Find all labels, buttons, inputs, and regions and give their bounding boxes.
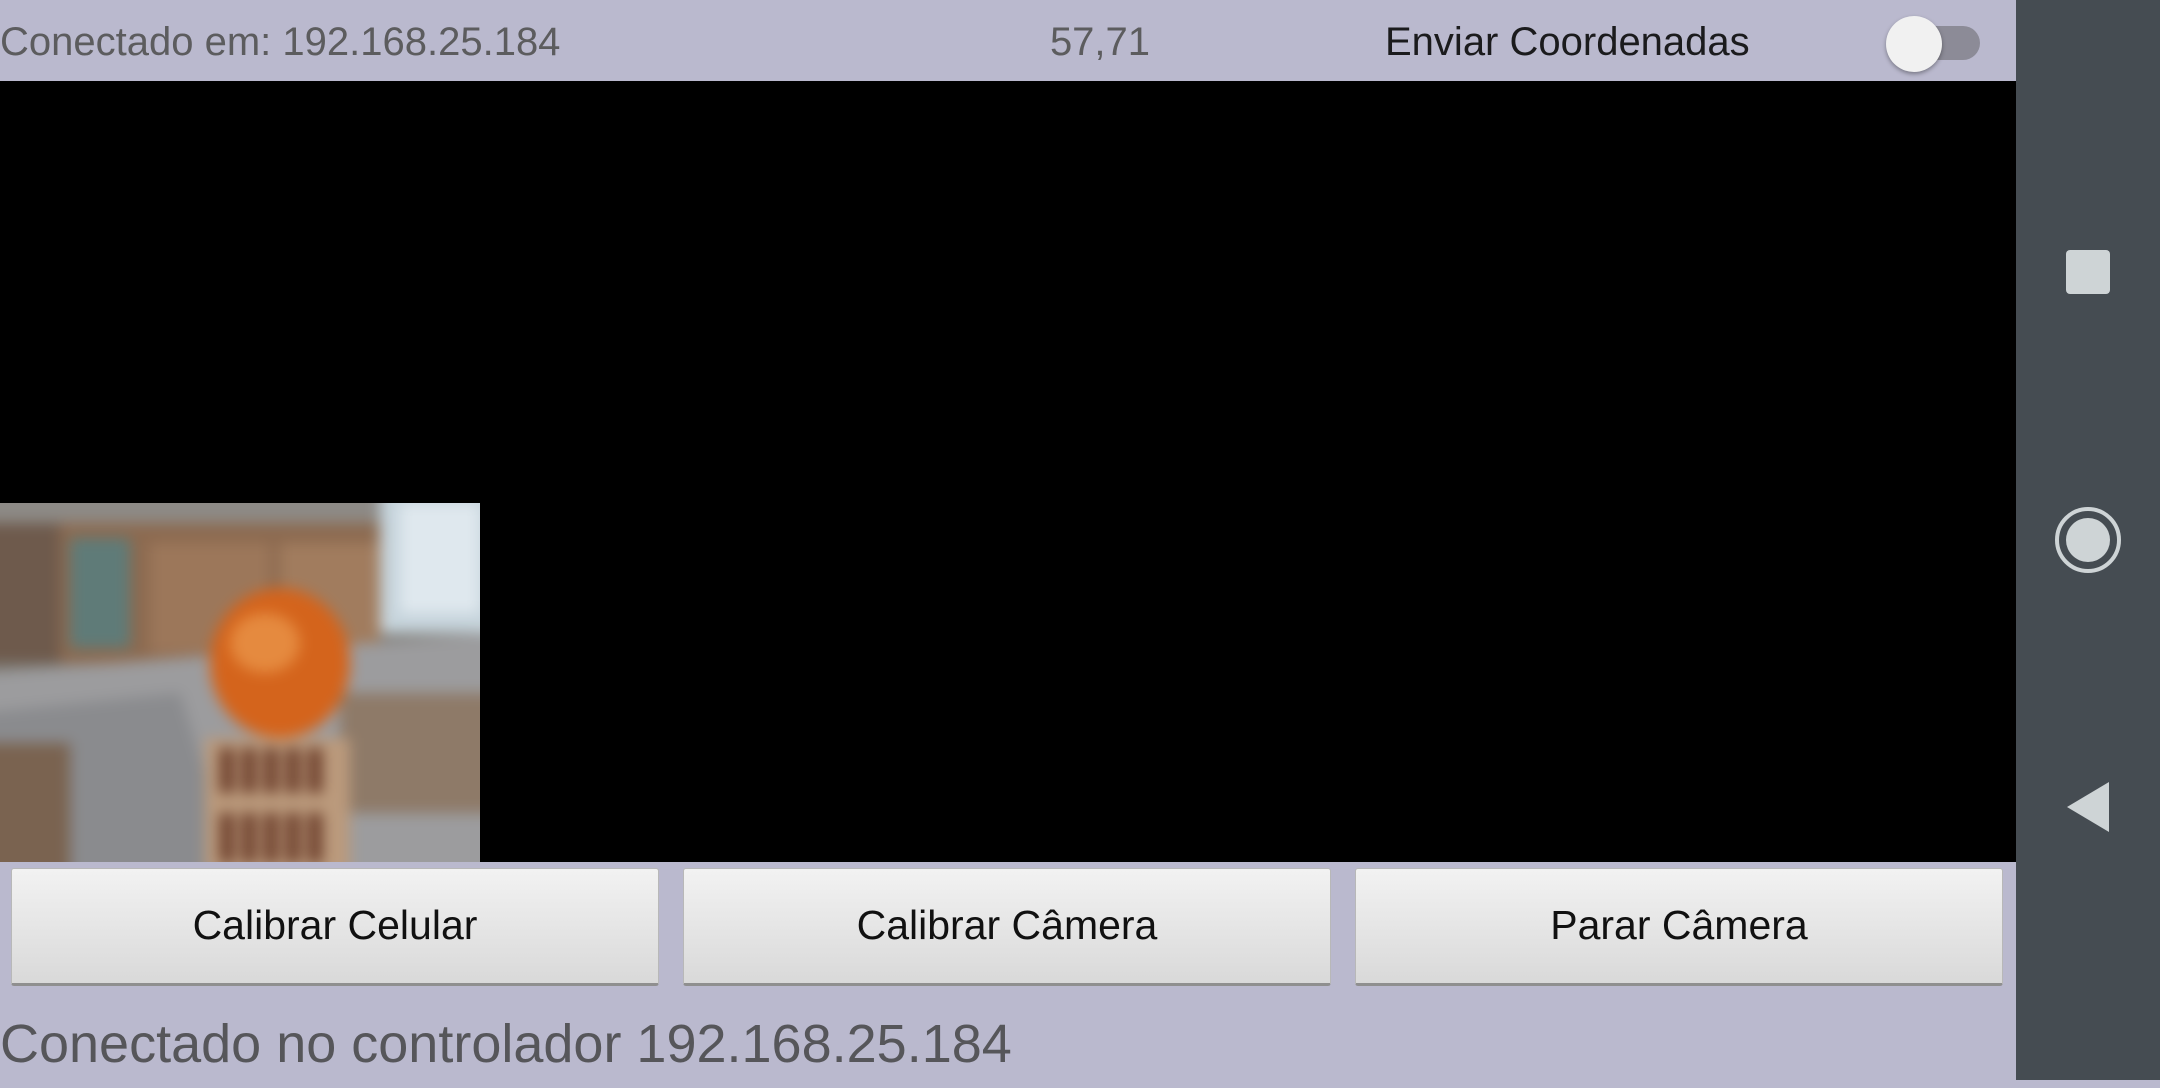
recents-icon: [2066, 250, 2110, 294]
controller-status-text: Conectado no controlador 192.168.25.184: [0, 1014, 1012, 1074]
camera-thumbnail: [0, 503, 480, 862]
send-coordinates-label: Enviar Coordenadas: [1385, 20, 1750, 64]
recents-button[interactable]: [2016, 202, 2160, 342]
toggle-thumb: [1886, 16, 1942, 72]
home-icon: [2055, 507, 2121, 573]
action-button-row: Calibrar Celular Calibrar Câmera Parar C…: [0, 862, 2016, 994]
connection-status-label: Conectado em: 192.168.25.184: [0, 20, 561, 64]
top-status-bar: Conectado em: 192.168.25.184 57,71 Envia…: [0, 0, 2016, 81]
stop-camera-button[interactable]: Parar Câmera: [1355, 868, 2003, 986]
calibrate-phone-button[interactable]: Calibrar Celular: [11, 868, 659, 986]
camera-frame-image: [0, 503, 480, 862]
coordinate-readout: 57,71: [1049, 20, 1151, 64]
camera-preview: [0, 81, 2016, 862]
system-navigation-bar: [2016, 0, 2160, 1080]
home-button[interactable]: [2016, 470, 2160, 610]
send-coordinates-toggle[interactable]: [1886, 16, 1982, 72]
calibrate-camera-button[interactable]: Calibrar Câmera: [683, 868, 1331, 986]
back-icon: [2067, 782, 2109, 832]
back-button[interactable]: [2016, 737, 2160, 877]
